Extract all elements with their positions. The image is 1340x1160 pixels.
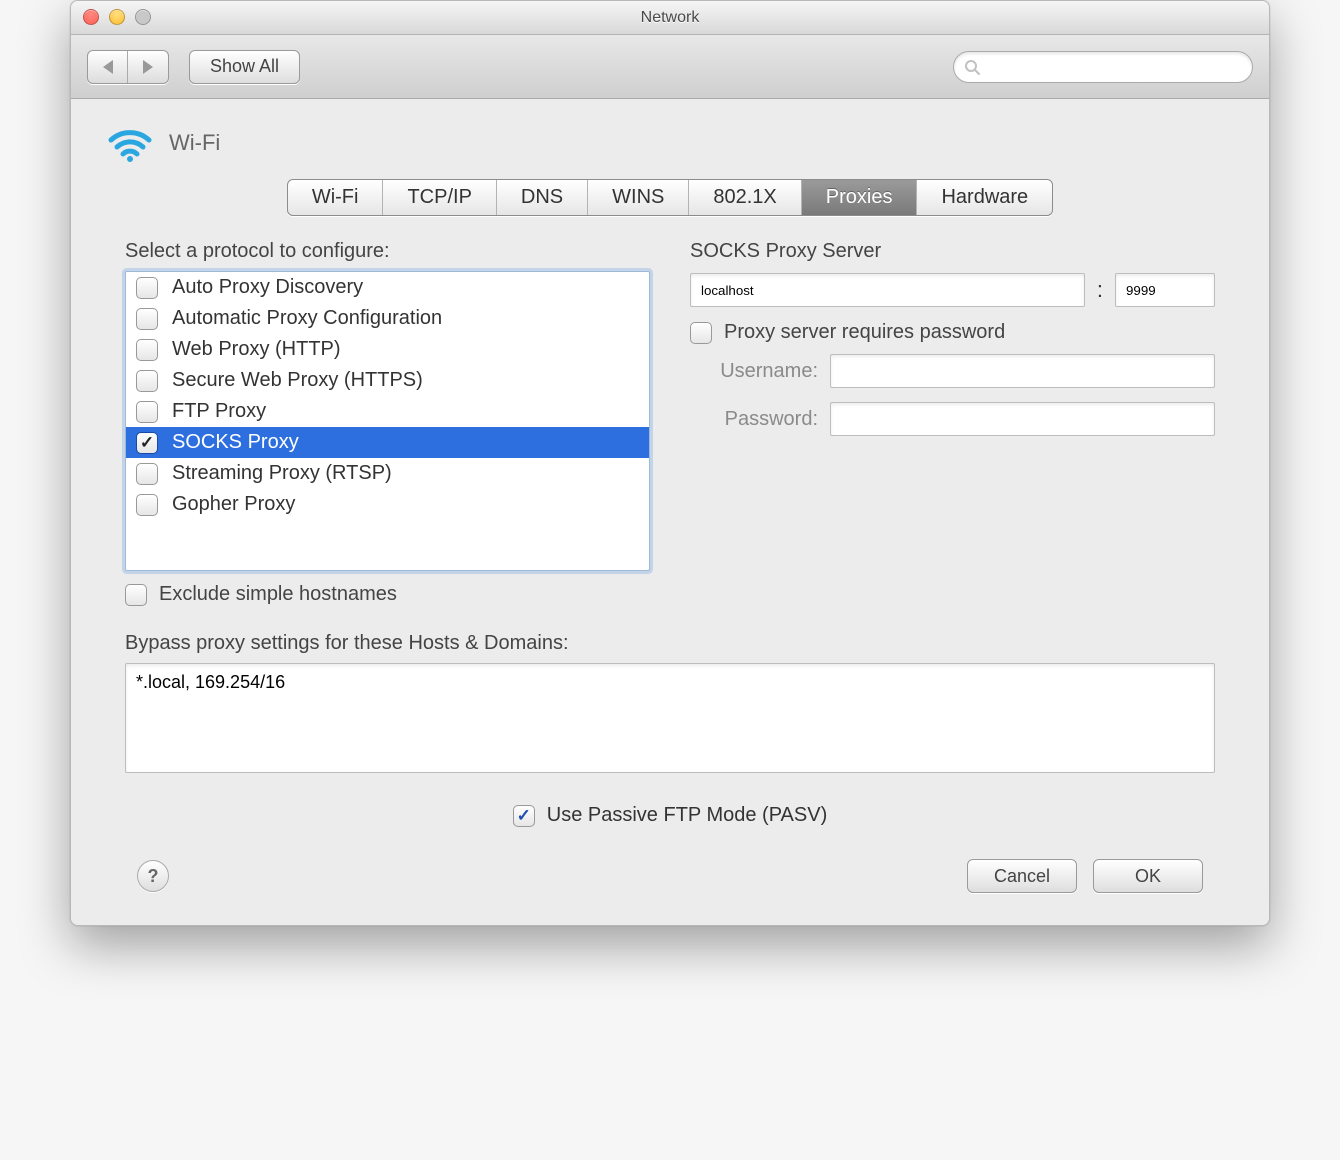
protocol-label: FTP Proxy xyxy=(172,400,266,423)
protocol-row[interactable]: Automatic Proxy Configuration xyxy=(126,303,649,334)
protocol-checkbox[interactable] xyxy=(136,277,158,299)
protocol-row[interactable]: FTP Proxy xyxy=(126,396,649,427)
cancel-button[interactable]: Cancel xyxy=(967,859,1077,893)
protocol-label: Secure Web Proxy (HTTPS) xyxy=(172,369,423,392)
bypass-label: Bypass proxy settings for these Hosts & … xyxy=(125,632,1215,655)
interface-name: Wi-Fi xyxy=(169,130,220,156)
username-label: Username: xyxy=(690,360,830,383)
protocol-row[interactable]: Web Proxy (HTTP) xyxy=(126,334,649,365)
protocol-row[interactable]: Gopher Proxy xyxy=(126,489,649,520)
toolbar: Show All xyxy=(71,35,1269,99)
window-title: Network xyxy=(641,9,700,27)
proxy-port-input[interactable] xyxy=(1115,273,1215,307)
minimize-window-button[interactable] xyxy=(109,9,125,25)
chevron-right-icon xyxy=(143,60,153,74)
wifi-icon xyxy=(107,123,153,163)
protocol-checkbox[interactable] xyxy=(136,401,158,423)
forward-button[interactable] xyxy=(128,51,168,83)
show-all-button[interactable]: Show All xyxy=(189,50,300,84)
protocol-checkbox[interactable] xyxy=(136,370,158,392)
passive-ftp-row: Use Passive FTP Mode (PASV) xyxy=(125,804,1215,827)
exclude-simple-hostnames-checkbox[interactable] xyxy=(125,584,147,606)
credentials-grid: Username: Password: xyxy=(690,354,1215,436)
passive-ftp-checkbox[interactable] xyxy=(513,805,535,827)
exclude-simple-hostnames-label: Exclude simple hostnames xyxy=(159,583,397,606)
requires-password-checkbox[interactable] xyxy=(690,322,712,344)
protocol-label: Web Proxy (HTTP) xyxy=(172,338,341,361)
tab-wi-fi[interactable]: Wi-Fi xyxy=(288,180,384,215)
back-button[interactable] xyxy=(88,51,128,83)
protocol-label: SOCKS Proxy xyxy=(172,431,299,454)
protocols-label: Select a protocol to configure: xyxy=(125,240,650,263)
proxy-server-column: SOCKS Proxy Server : Proxy server requir… xyxy=(690,240,1215,606)
tab-bar: Wi-FiTCP/IPDNSWINS802.1XProxiesHardware xyxy=(107,179,1233,216)
protocol-row[interactable]: Streaming Proxy (RTSP) xyxy=(126,458,649,489)
protocol-row[interactable]: Auto Proxy Discovery xyxy=(126,272,649,303)
passive-ftp-label: Use Passive FTP Mode (PASV) xyxy=(547,804,827,827)
toolbar-spacer xyxy=(320,51,1253,83)
requires-password-label: Proxy server requires password xyxy=(724,321,1005,344)
password-label: Password: xyxy=(690,408,830,431)
tab-dns[interactable]: DNS xyxy=(497,180,588,215)
tab-wins[interactable]: WINS xyxy=(588,180,689,215)
protocol-checkbox[interactable] xyxy=(136,494,158,516)
protocol-checkbox[interactable] xyxy=(136,432,158,454)
search-input[interactable] xyxy=(953,51,1253,83)
window-controls xyxy=(83,9,151,25)
help-button[interactable]: ? xyxy=(137,860,169,892)
close-window-button[interactable] xyxy=(83,9,99,25)
host-port-separator: : xyxy=(1097,277,1103,303)
exclude-simple-hostnames-row: Exclude simple hostnames xyxy=(125,583,650,606)
protocol-checkbox[interactable] xyxy=(136,339,158,361)
tab-802-1x[interactable]: 802.1X xyxy=(689,180,801,215)
titlebar[interactable]: Network xyxy=(71,1,1269,35)
username-input[interactable] xyxy=(830,354,1215,388)
tab-tcp-ip[interactable]: TCP/IP xyxy=(383,180,496,215)
bypass-textarea[interactable] xyxy=(125,663,1215,773)
protocol-label: Automatic Proxy Configuration xyxy=(172,307,442,330)
protocols-column: Select a protocol to configure: Auto Pro… xyxy=(125,240,650,606)
proxy-server-title: SOCKS Proxy Server xyxy=(690,240,1215,263)
search-icon xyxy=(964,59,980,75)
proxy-host-input[interactable] xyxy=(690,273,1085,307)
protocol-label: Auto Proxy Discovery xyxy=(172,276,363,299)
protocol-checkbox[interactable] xyxy=(136,463,158,485)
protocol-row[interactable]: Secure Web Proxy (HTTPS) xyxy=(126,365,649,396)
proxy-host-port-row: : xyxy=(690,273,1215,307)
protocol-row[interactable]: SOCKS Proxy xyxy=(126,427,649,458)
preferences-window: Network Show All Wi-Fi Wi-FiTCP/IPDNSWIN… xyxy=(70,0,1270,926)
ok-button[interactable]: OK xyxy=(1093,859,1203,893)
protocol-label: Streaming Proxy (RTSP) xyxy=(172,462,392,485)
bypass-section: Bypass proxy settings for these Hosts & … xyxy=(125,632,1215,778)
pane-body: Wi-Fi Wi-FiTCP/IPDNSWINS802.1XProxiesHar… xyxy=(71,99,1269,925)
tab-proxies[interactable]: Proxies xyxy=(802,180,918,215)
zoom-window-button[interactable] xyxy=(135,9,151,25)
nav-back-forward xyxy=(87,50,169,84)
chevron-left-icon xyxy=(103,60,113,74)
tab-hardware[interactable]: Hardware xyxy=(917,180,1052,215)
protocol-label: Gopher Proxy xyxy=(172,493,295,516)
footer: ? Cancel OK xyxy=(107,839,1233,921)
interface-header: Wi-Fi xyxy=(107,123,1233,163)
proxies-content: Select a protocol to configure: Auto Pro… xyxy=(125,240,1215,839)
password-input[interactable] xyxy=(830,402,1215,436)
requires-password-row: Proxy server requires password xyxy=(690,321,1215,344)
protocols-listbox[interactable]: Auto Proxy Discovery Automatic Proxy Conf… xyxy=(125,271,650,571)
protocol-checkbox[interactable] xyxy=(136,308,158,330)
